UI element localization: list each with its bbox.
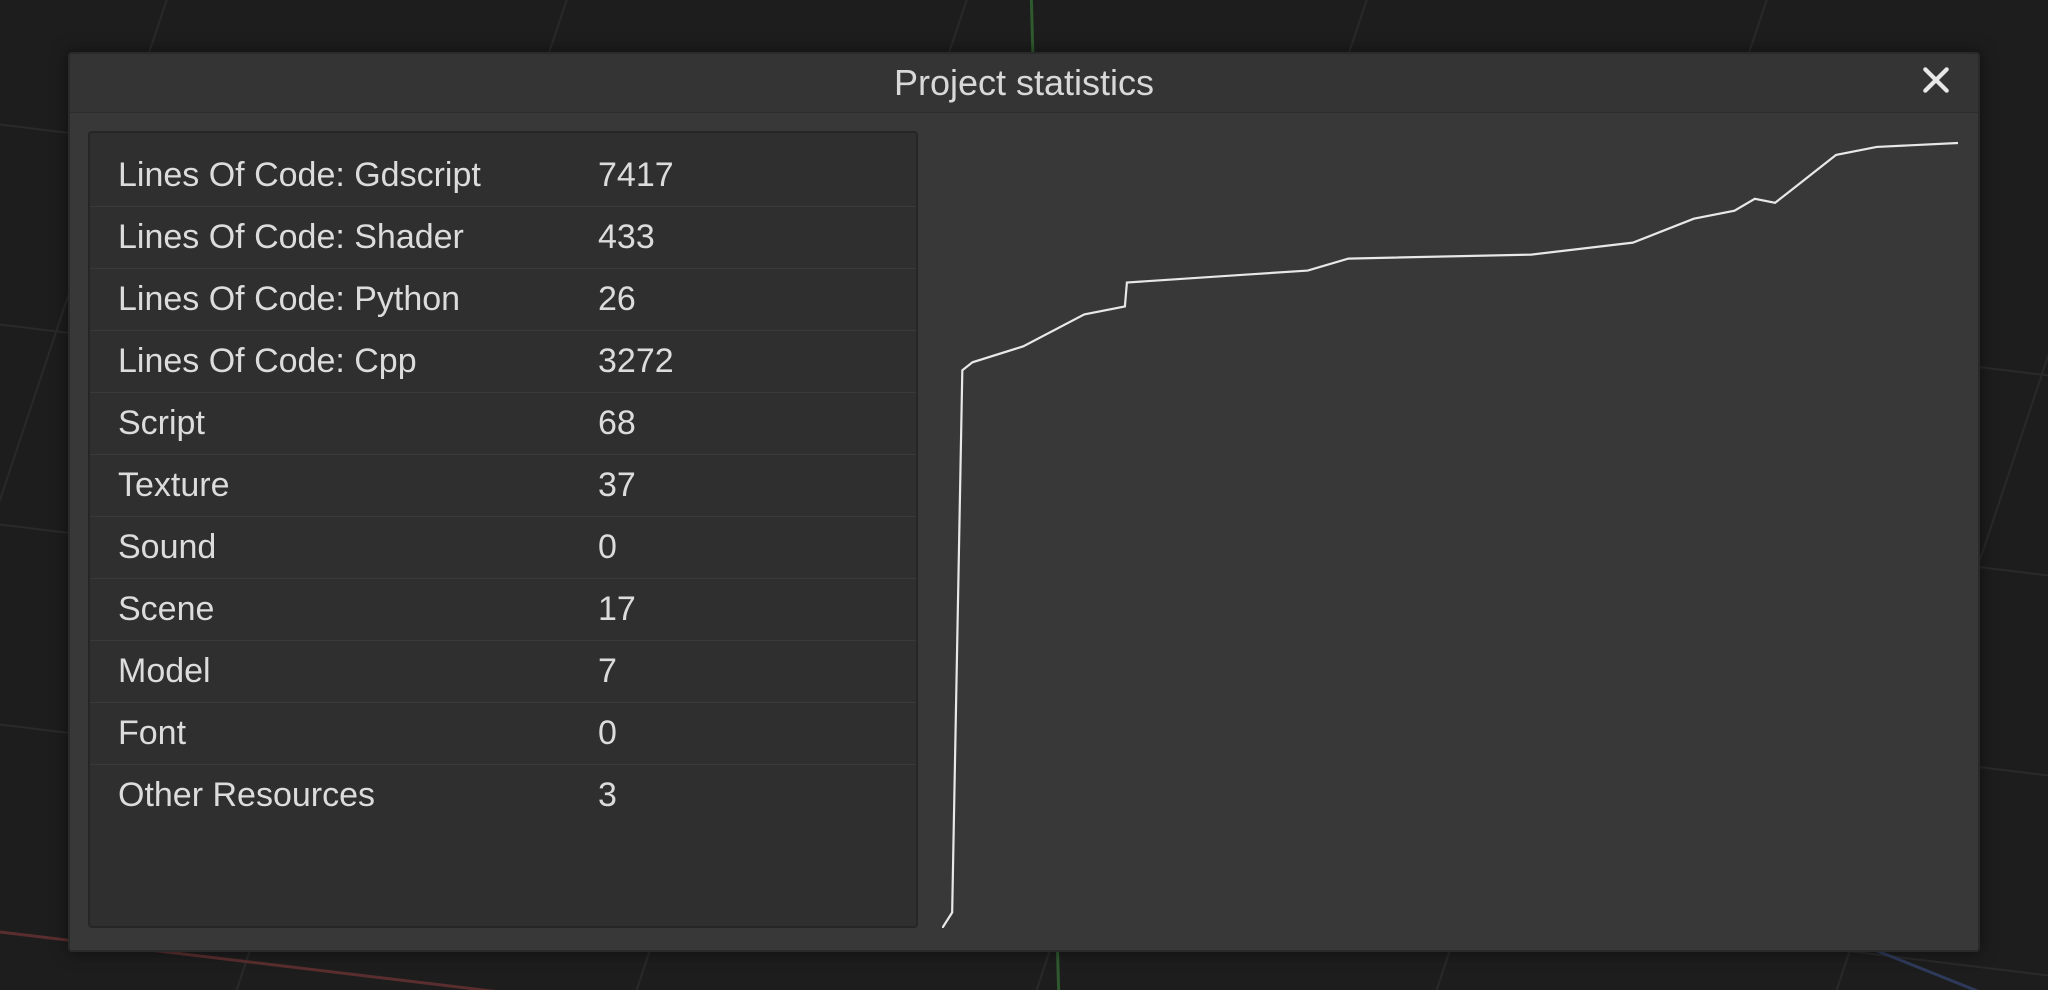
stat-label: Lines Of Code: Cpp <box>118 342 598 381</box>
stat-value: 3 <box>598 776 617 815</box>
stat-label: Sound <box>118 528 598 567</box>
stat-value: 433 <box>598 218 655 257</box>
stats-table: Lines Of Code: Gdscript7417 Lines Of Cod… <box>88 131 918 928</box>
stat-label: Font <box>118 714 598 753</box>
stat-value: 0 <box>598 714 617 753</box>
table-row: Lines Of Code: Shader433 <box>90 207 916 269</box>
table-row: Sound0 <box>90 517 916 579</box>
stat-label: Scene <box>118 590 598 629</box>
dialog-titlebar: Project statistics <box>70 54 1978 113</box>
stat-value: 7417 <box>598 156 674 195</box>
stat-value: 37 <box>598 466 636 505</box>
stat-value: 3272 <box>598 342 674 381</box>
dialog-body: Lines Of Code: Gdscript7417 Lines Of Cod… <box>70 113 1978 950</box>
table-row: Script68 <box>90 393 916 455</box>
stat-value: 68 <box>598 404 636 443</box>
stat-label: Other Resources <box>118 776 598 815</box>
table-row: Scene17 <box>90 579 916 641</box>
table-row: Other Resources3 <box>90 765 916 827</box>
stat-value: 0 <box>598 528 617 567</box>
table-row: Model7 <box>90 641 916 703</box>
table-row: Lines Of Code: Python26 <box>90 269 916 331</box>
table-row: Lines Of Code: Cpp3272 <box>90 331 916 393</box>
stat-label: Script <box>118 404 598 443</box>
stat-label: Model <box>118 652 598 691</box>
table-row: Texture37 <box>90 455 916 517</box>
stat-label: Lines Of Code: Gdscript <box>118 156 598 195</box>
stat-label: Texture <box>118 466 598 505</box>
project-statistics-dialog: Project statistics Lines Of Code: Gdscri… <box>68 52 1980 952</box>
dialog-title: Project statistics <box>894 62 1154 104</box>
stat-label: Lines Of Code: Shader <box>118 218 598 257</box>
table-row: Font0 <box>90 703 916 765</box>
table-row: Lines Of Code: Gdscript7417 <box>90 145 916 207</box>
close-button[interactable] <box>1916 63 1956 103</box>
stat-value: 17 <box>598 590 636 629</box>
stat-value: 26 <box>598 280 636 319</box>
loc-chart <box>942 131 1958 928</box>
stat-label: Lines Of Code: Python <box>118 280 598 319</box>
stat-value: 7 <box>598 652 617 691</box>
close-icon <box>1920 64 1952 101</box>
